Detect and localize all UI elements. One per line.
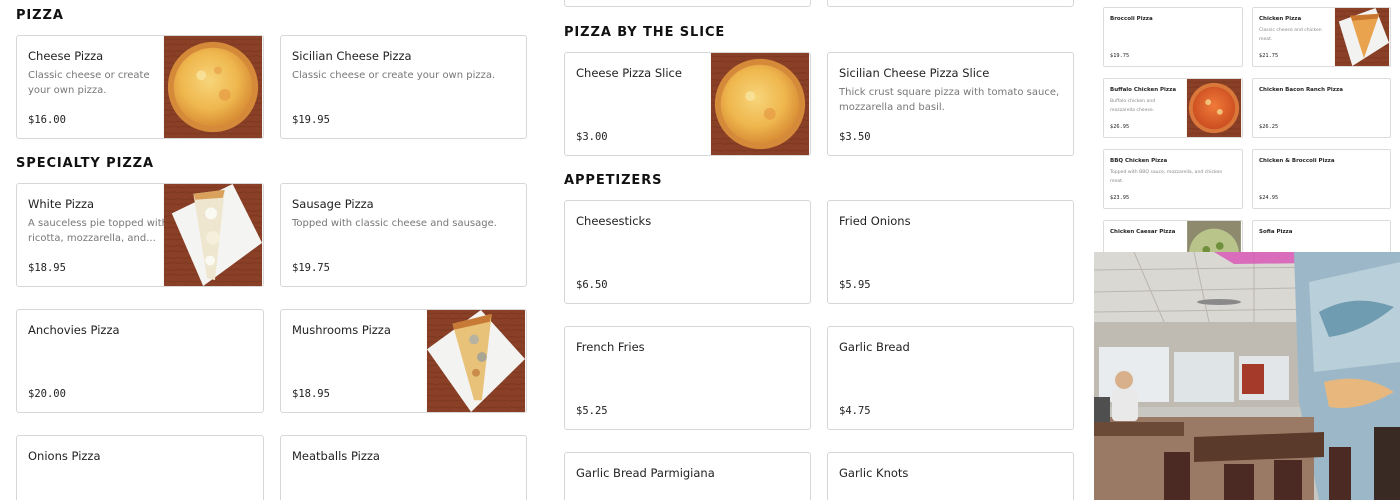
menu-item-fried-onions[interactable]: Fried Onions $5.95 <box>827 200 1074 304</box>
menu-item-cheese-pizza-slice[interactable]: Cheese Pizza Slice $3.00 <box>564 52 811 156</box>
item-price: $18.95 <box>28 262 66 274</box>
item-description: Topped with BBQ sauce, mozzarella, and c… <box>1110 170 1223 184</box>
item-name: Garlic Bread Parmigiana <box>576 466 715 480</box>
item-description: Buffalo chicken and mozzarella cheese. <box>1110 99 1156 113</box>
menu-item-onions-pizza[interactable]: Onions Pizza <box>16 435 264 500</box>
item-name: Garlic Knots <box>839 466 909 480</box>
item-description: Classic cheese or create your own pizza. <box>292 70 496 81</box>
menu-item-partial-top-left[interactable] <box>564 0 811 7</box>
item-description: Topped with classic cheese and sausage. <box>292 218 497 229</box>
item-name: Sicilian Cheese Pizza Slice <box>839 66 990 80</box>
mushrooms-pizza-photo <box>426 310 526 412</box>
item-name: White Pizza <box>28 197 95 211</box>
preview-item-chicken-bacon-ranch-pizza[interactable]: Chicken Bacon Ranch Pizza $26.25 <box>1252 78 1391 138</box>
menu-item-garlic-bread-parmigiana[interactable]: Garlic Bread Parmigiana <box>564 452 811 500</box>
item-name: Sofia Pizza <box>1259 229 1293 235</box>
item-price: $5.25 <box>576 405 608 417</box>
menu-item-meatballs-pizza[interactable]: Meatballs Pizza <box>280 435 527 500</box>
item-price: $24.95 <box>1259 195 1279 201</box>
item-price: $19.75 <box>1110 53 1130 59</box>
preview-item-buffalo-chicken-pizza[interactable]: Buffalo Chicken Pizza Buffalo chicken an… <box>1103 78 1243 138</box>
item-description: A sauceless pie topped with ricotta, moz… <box>28 218 168 244</box>
item-price: $20.00 <box>28 388 66 400</box>
menu-item-garlic-bread[interactable]: Garlic Bread $4.75 <box>827 326 1074 430</box>
item-price: $19.75 <box>292 262 330 274</box>
menu-item-sicilian-cheese-pizza[interactable]: Sicilian Cheese Pizza Classic cheese or … <box>280 35 527 139</box>
item-price: $3.00 <box>576 131 608 143</box>
item-name: French Fries <box>576 340 645 354</box>
cheese-pizza-photo <box>163 36 263 138</box>
menu-item-anchovies-pizza[interactable]: Anchovies Pizza $20.00 <box>16 309 264 413</box>
item-description: Classic cheese or create your own pizza. <box>28 70 150 96</box>
preview-item-bbq-chicken-pizza[interactable]: BBQ Chicken Pizza Topped with BBQ sauce,… <box>1103 149 1243 209</box>
item-price: $16.00 <box>28 114 66 126</box>
section-title-pizza-by-the-slice: PIZZA BY THE SLICE <box>564 25 726 40</box>
cheese-pizza-slice-photo <box>710 53 810 155</box>
item-name: Chicken Bacon Ranch Pizza <box>1259 87 1343 93</box>
item-name: Mushrooms Pizza <box>292 323 391 337</box>
item-price: $4.75 <box>839 405 871 417</box>
item-name: Sausage Pizza <box>292 197 374 211</box>
chicken-pizza-photo <box>1334 8 1390 66</box>
item-price: $5.95 <box>839 279 871 291</box>
item-description: Thick crust square pizza with tomato sau… <box>839 87 1060 113</box>
section-title-specialty-pizza: SPECIALTY PIZZA <box>16 156 154 171</box>
item-name: Broccoli Pizza <box>1110 16 1153 22</box>
item-name: Sicilian Cheese Pizza <box>292 49 412 63</box>
item-price: $19.95 <box>292 114 330 126</box>
menu-item-french-fries[interactable]: French Fries $5.25 <box>564 326 811 430</box>
item-price: $23.95 <box>1110 195 1130 201</box>
item-price: $21.75 <box>1259 53 1279 59</box>
preview-item-chicken-broccoli-pizza[interactable]: Chicken & Broccoli Pizza $24.95 <box>1252 149 1391 209</box>
item-name: Anchovies Pizza <box>28 323 120 337</box>
menu-item-sausage-pizza[interactable]: Sausage Pizza Topped with classic cheese… <box>280 183 527 287</box>
preview-item-chicken-pizza[interactable]: Chicken Pizza Classic cheese and chicken… <box>1252 7 1391 67</box>
preview-item-broccoli-pizza[interactable]: Broccoli Pizza $19.75 <box>1103 7 1243 67</box>
item-price: $18.95 <box>292 388 330 400</box>
menu-item-garlic-knots[interactable]: Garlic Knots <box>827 452 1074 500</box>
item-name: Garlic Bread <box>839 340 910 354</box>
buffalo-chicken-pizza-photo <box>1186 79 1242 137</box>
item-name: Chicken Pizza <box>1259 16 1302 22</box>
item-name: BBQ Chicken Pizza <box>1110 158 1168 164</box>
item-name: Cheese Pizza Slice <box>576 66 682 80</box>
item-price: $26.95 <box>1110 124 1130 130</box>
item-name: Fried Onions <box>839 214 911 228</box>
restaurant-interior-photo <box>1094 252 1400 500</box>
section-title-appetizers: APPETIZERS <box>564 173 663 188</box>
item-description: Classic cheese and chicken meat. <box>1259 28 1322 42</box>
section-title-pizza: PIZZA <box>16 8 64 23</box>
menu-item-cheese-pizza[interactable]: Cheese Pizza Classic cheese or create yo… <box>16 35 264 139</box>
item-price: $26.25 <box>1259 124 1279 130</box>
item-price: $6.50 <box>576 279 608 291</box>
menu-item-mushrooms-pizza[interactable]: Mushrooms Pizza $18.95 <box>280 309 527 413</box>
item-name: Meatballs Pizza <box>292 449 380 463</box>
item-price: $3.50 <box>839 131 871 143</box>
menu-item-sicilian-cheese-pizza-slice[interactable]: Sicilian Cheese Pizza Slice Thick crust … <box>827 52 1074 156</box>
menu-item-white-pizza[interactable]: White Pizza A sauceless pie topped with … <box>16 183 264 287</box>
item-name: Buffalo Chicken Pizza <box>1110 87 1177 93</box>
menu-item-cheesesticks[interactable]: Cheesesticks $6.50 <box>564 200 811 304</box>
white-pizza-photo <box>163 184 263 286</box>
item-name: Chicken Caesar Pizza <box>1110 229 1176 235</box>
item-name: Cheese Pizza <box>28 49 104 63</box>
item-name: Chicken & Broccoli Pizza <box>1259 158 1335 164</box>
menu-item-partial-top-right[interactable] <box>827 0 1074 7</box>
item-name: Onions Pizza <box>28 449 101 463</box>
item-name: Cheesesticks <box>576 214 652 228</box>
